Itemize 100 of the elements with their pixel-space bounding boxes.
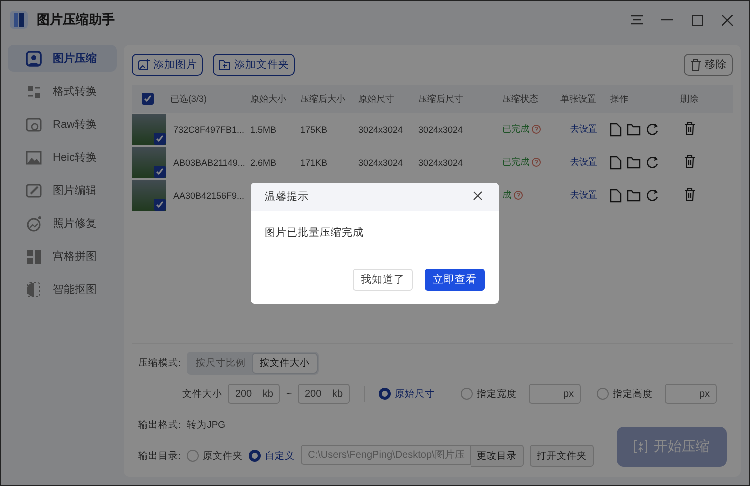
window-title: 图片压缩助手 — [37, 11, 115, 29]
close-icon — [722, 14, 732, 26]
dismiss-button[interactable]: 我知道了 — [353, 269, 413, 291]
input-field[interactable]: 200 kb — [298, 384, 350, 404]
field-label: 压缩模式: — [138, 356, 182, 370]
view-now-button[interactable]: 立即查看 — [425, 269, 485, 291]
file-name: 732C8F497FB1... — [172, 124, 246, 134]
radio-label: 指定宽度 — [477, 388, 517, 400]
radio-label: 指定高度 — [613, 388, 653, 400]
refresh-icon[interactable] — [646, 188, 660, 202]
sidebar-item[interactable]: 图片压缩 — [8, 45, 118, 72]
table-cell-text: 2.6MB — [250, 158, 278, 168]
sidebar-item[interactable]: Raw转换 — [8, 111, 118, 138]
sidebar-item[interactable]: 格式转换 — [8, 78, 118, 105]
range-separator: ~ — [286, 388, 292, 400]
status-text: 已完成 — [502, 156, 530, 169]
help-icon[interactable] — [532, 125, 542, 134]
radio-button[interactable] — [379, 388, 391, 400]
camera-icon — [25, 116, 43, 134]
close-icon — [473, 191, 483, 201]
column-header: 压缩后尺寸 — [418, 92, 464, 106]
dialog-title: 温馨提示 — [265, 190, 309, 204]
radio-label: 自定义 — [265, 450, 296, 462]
trash-icon — [690, 59, 702, 71]
sidebar-item[interactable]: 图片编辑 — [8, 177, 118, 204]
mode-tab[interactable]: 按尺寸比例 — [189, 354, 254, 372]
file-icon[interactable] — [610, 188, 622, 202]
select-all-checkbox[interactable] — [142, 93, 154, 105]
field-label: 文件大小 — [182, 388, 222, 400]
status-text: 已完成 — [502, 123, 530, 136]
table-cell-text: 171KB — [300, 158, 328, 168]
table-cell-text: 3024x3024 — [418, 124, 464, 134]
column-header: 操作 — [610, 92, 630, 106]
column-header: 删除 — [680, 92, 700, 106]
column-header: 原始大小 — [250, 92, 288, 106]
image-add-icon — [138, 59, 150, 71]
cutout-icon — [25, 280, 43, 298]
minimize-icon — [661, 19, 673, 21]
maximize-icon — [692, 14, 702, 26]
row-checkbox[interactable] — [154, 133, 166, 145]
radio-label: 原始尺寸 — [395, 388, 435, 400]
input-field[interactable]: px — [529, 384, 581, 404]
row-checkbox[interactable] — [154, 166, 166, 178]
restore-icon — [25, 214, 43, 232]
open-folder-button[interactable]: 打开文件夹 — [530, 445, 594, 467]
settings-link[interactable]: 去设置 — [560, 123, 610, 136]
radio-button[interactable] — [461, 388, 473, 400]
picture-icon — [25, 148, 43, 166]
radio-button[interactable] — [187, 450, 200, 462]
sidebar-item[interactable]: 宫格拼图 — [8, 243, 118, 270]
sidebar-item[interactable]: Heic转换 — [8, 144, 118, 171]
folder-icon[interactable] — [627, 122, 642, 136]
folder-icon[interactable] — [627, 188, 642, 202]
radio-button[interactable] — [597, 388, 609, 400]
row-checkbox[interactable] — [154, 199, 166, 211]
column-header: 压缩后大小 — [300, 92, 346, 106]
input-field[interactable]: px — [665, 384, 717, 404]
app-logo-icon — [9, 10, 29, 30]
help-icon[interactable] — [514, 191, 524, 200]
trash-icon[interactable] — [684, 155, 696, 168]
settings-link[interactable]: 去设置 — [560, 156, 610, 169]
field-label: 输出格式: — [138, 418, 182, 432]
file-name: AB03BAB21149... — [172, 158, 246, 168]
trash-icon[interactable] — [684, 122, 696, 135]
trash-icon[interactable] — [684, 188, 696, 201]
radio-button[interactable] — [249, 450, 262, 462]
change-directory-button[interactable]: 更改目录 — [471, 445, 524, 467]
file-icon[interactable] — [610, 156, 622, 170]
settings-link[interactable]: 去设置 — [560, 189, 610, 202]
image-icon — [25, 50, 43, 68]
add-folder-button[interactable]: 添加文件夹 — [213, 54, 296, 76]
grid-icon — [25, 248, 43, 266]
status-text: 成 — [502, 189, 512, 202]
dialog-message: 图片已批量压缩完成 — [264, 226, 365, 241]
column-header: 压缩状态 — [502, 92, 540, 106]
edit-icon — [25, 182, 43, 200]
add-image-button[interactable]: 添加图片 — [132, 54, 204, 76]
column-header: 已选(3/3) — [170, 92, 208, 106]
table-cell-text: 175KB — [300, 124, 328, 134]
file-name: AA30B42156F9... — [172, 190, 246, 200]
menu-icon — [631, 15, 643, 25]
folder-add-icon — [219, 59, 232, 71]
refresh-icon[interactable] — [646, 156, 660, 168]
table-cell-text: 3024x3024 — [418, 158, 464, 168]
remove-button[interactable]: 移除 — [684, 54, 733, 76]
sidebar-item[interactable]: 智能抠图 — [8, 276, 118, 303]
table-cell-text: 3024x3024 — [358, 124, 404, 134]
file-icon[interactable] — [610, 122, 622, 136]
column-header: 原始尺寸 — [358, 92, 396, 106]
close-button[interactable] — [473, 191, 485, 203]
help-icon[interactable] — [532, 158, 542, 167]
input-field[interactable]: 200 kb — [228, 384, 280, 404]
field-label: 输出目录: — [138, 450, 182, 462]
refresh-icon[interactable] — [646, 122, 660, 136]
folder-icon[interactable] — [627, 156, 642, 168]
mode-tab[interactable]: 按文件大小 — [253, 354, 318, 372]
sidebar-item[interactable]: 照片修复 — [8, 210, 118, 237]
compress-icon — [634, 440, 648, 454]
table-cell-text: 3024x3024 — [358, 158, 404, 168]
format-value: 转为JPG — [187, 418, 226, 432]
